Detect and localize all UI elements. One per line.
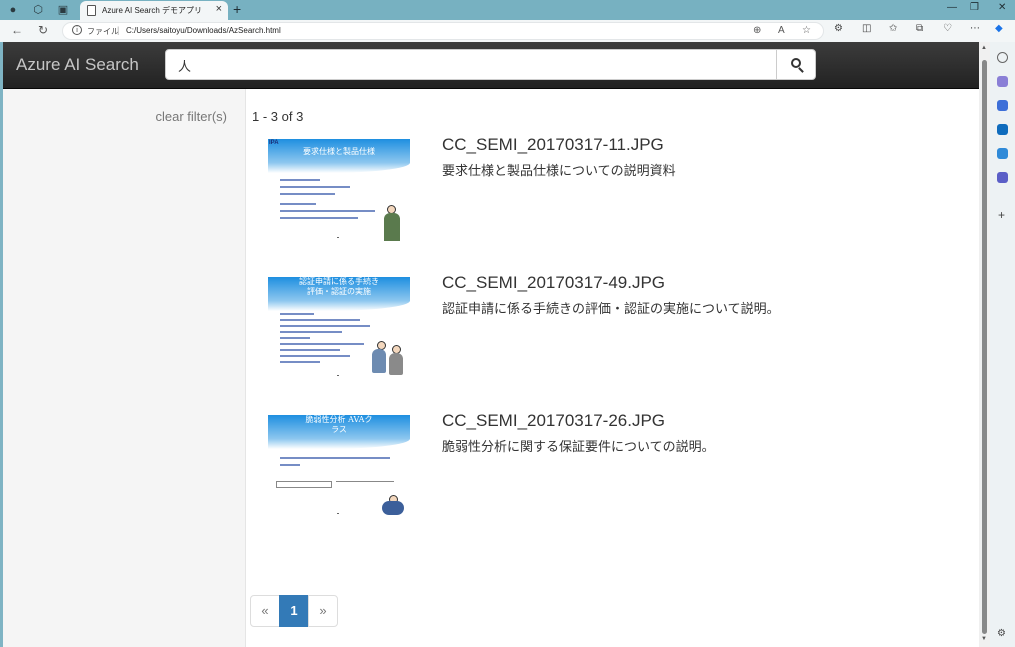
read-aloud-icon[interactable]: A bbox=[778, 25, 785, 36]
result-description: 脆弱性分析に関する保証要件についての説明。 bbox=[442, 439, 715, 454]
info-icon[interactable]: i bbox=[72, 25, 82, 35]
result-description: 認証申請に係る手続きの評価・認証の実施について説明。 bbox=[442, 301, 780, 316]
next-page-button[interactable]: » bbox=[308, 595, 338, 627]
teams-icon[interactable] bbox=[997, 172, 1008, 183]
thumbnail-title: 認証申請に係る手続き 評価・認証の実施 bbox=[299, 277, 379, 296]
web-page: Azure AI Search 人 clear filter(s) 1 - 3 … bbox=[3, 42, 979, 647]
outlook-icon[interactable] bbox=[997, 124, 1008, 135]
url-separator: | bbox=[117, 25, 120, 35]
zoom-icon[interactable]: ⊕ bbox=[753, 25, 761, 36]
result-title[interactable]: CC_SEMI_20170317-49.JPG bbox=[442, 273, 665, 293]
result-title[interactable]: CC_SEMI_20170317-11.JPG bbox=[442, 135, 664, 155]
result-title[interactable]: CC_SEMI_20170317-26.JPG bbox=[442, 411, 665, 431]
new-tab-icon[interactable]: + bbox=[233, 1, 241, 17]
minimize-icon[interactable]: — bbox=[947, 2, 957, 13]
browser-tab-bar: ● ⬡ ▣ Azure AI Search デモアプリ × + — ❐ ✕ bbox=[0, 0, 1015, 20]
pagination: « 1 » bbox=[250, 595, 338, 627]
result-count: 1 - 3 of 3 bbox=[252, 109, 304, 124]
filter-sidebar: clear filter(s) bbox=[3, 89, 246, 647]
thumbnail-title: 脆弱性分析 AVAクラス bbox=[305, 415, 373, 434]
result-thumbnail[interactable]: IPA 要求仕様と製品仕様 bbox=[266, 137, 412, 241]
address-bar[interactable]: i ファイル | C:/Users/saitoyu/Downloads/AzSe… bbox=[62, 22, 824, 40]
url-scheme-label: ファイル bbox=[87, 27, 119, 36]
send-icon[interactable] bbox=[997, 148, 1008, 159]
tab-title: Azure AI Search デモアプリ bbox=[102, 6, 203, 15]
results-panel: 1 - 3 of 3 IPA 要求仕様と製品仕様 CC_SEMI_2017031… bbox=[246, 89, 979, 647]
result-thumbnail[interactable]: 脆弱性分析 AVAクラス bbox=[266, 413, 412, 517]
favorite-icon[interactable]: ☆ bbox=[802, 25, 811, 36]
tools-icon[interactable] bbox=[997, 100, 1008, 111]
back-icon[interactable]: ← bbox=[11, 23, 23, 37]
close-tab-icon[interactable]: × bbox=[216, 3, 222, 15]
app-brand[interactable]: Azure AI Search bbox=[16, 55, 139, 75]
copilot-icon[interactable]: ◆ bbox=[995, 23, 1003, 34]
browser-tab[interactable]: Azure AI Search デモアプリ × bbox=[80, 1, 228, 20]
edge-sidebar: + ⚙ bbox=[990, 42, 1015, 647]
collections-icon[interactable]: ⧉ bbox=[916, 23, 923, 34]
shopping-icon[interactable] bbox=[997, 76, 1008, 87]
url-text[interactable]: C:/Users/saitoyu/Downloads/AzSearch.html bbox=[126, 26, 281, 35]
result-item[interactable]: IPA 要求仕様と製品仕様 CC_SEMI_20170317-11.JPG 要求… bbox=[266, 135, 966, 247]
favorites-icon[interactable]: ✩ bbox=[889, 23, 897, 34]
browser-essentials-icon[interactable]: ♡ bbox=[943, 23, 952, 34]
close-window-icon[interactable]: ✕ bbox=[998, 2, 1006, 13]
thumbnail-title: 要求仕様と製品仕様 bbox=[303, 147, 375, 156]
clear-filters-link[interactable]: clear filter(s) bbox=[155, 109, 227, 124]
result-description: 要求仕様と製品仕様についての説明資料 bbox=[442, 163, 676, 178]
app-navbar: Azure AI Search 人 bbox=[3, 42, 979, 89]
address-toolbar: ← ↻ i ファイル | C:/Users/saitoyu/Downloads/… bbox=[0, 20, 1015, 42]
restore-icon[interactable]: ❐ bbox=[970, 2, 979, 13]
split-screen-icon[interactable]: ◫ bbox=[862, 23, 871, 34]
scroll-up-icon[interactable]: ▲ bbox=[981, 45, 987, 51]
previous-page-button[interactable]: « bbox=[250, 595, 280, 627]
search-icon[interactable] bbox=[997, 52, 1008, 63]
scroll-down-icon[interactable]: ▼ bbox=[981, 636, 987, 642]
page-icon bbox=[87, 5, 96, 16]
result-item[interactable]: 認証申請に係る手続き 評価・認証の実施 CC_SEMI_20170317-49.… bbox=[266, 273, 966, 385]
add-icon[interactable]: + bbox=[998, 208, 1005, 222]
refresh-icon[interactable]: ↻ bbox=[38, 23, 48, 37]
tab-actions-icon[interactable]: ▣ bbox=[56, 3, 70, 17]
result-item[interactable]: 脆弱性分析 AVAクラス CC_SEMI_20170317-26.JPG 脆弱性… bbox=[266, 411, 966, 523]
result-thumbnail[interactable]: 認証申請に係る手続き 評価・認証の実施 bbox=[266, 275, 412, 379]
more-icon[interactable]: ⋯ bbox=[970, 23, 980, 34]
search-input[interactable]: 人 bbox=[165, 49, 777, 80]
profile-icon[interactable]: ● bbox=[6, 3, 20, 17]
extensions-icon[interactable]: ⚙ bbox=[834, 23, 843, 34]
workspaces-icon[interactable]: ⬡ bbox=[31, 3, 45, 17]
settings-icon[interactable]: ⚙ bbox=[997, 628, 1006, 639]
scroll-thumb[interactable] bbox=[982, 60, 987, 634]
search-button[interactable] bbox=[776, 49, 816, 80]
page-scrollbar[interactable]: ▲ ▼ bbox=[979, 42, 990, 647]
page-1-button[interactable]: 1 bbox=[279, 595, 309, 627]
